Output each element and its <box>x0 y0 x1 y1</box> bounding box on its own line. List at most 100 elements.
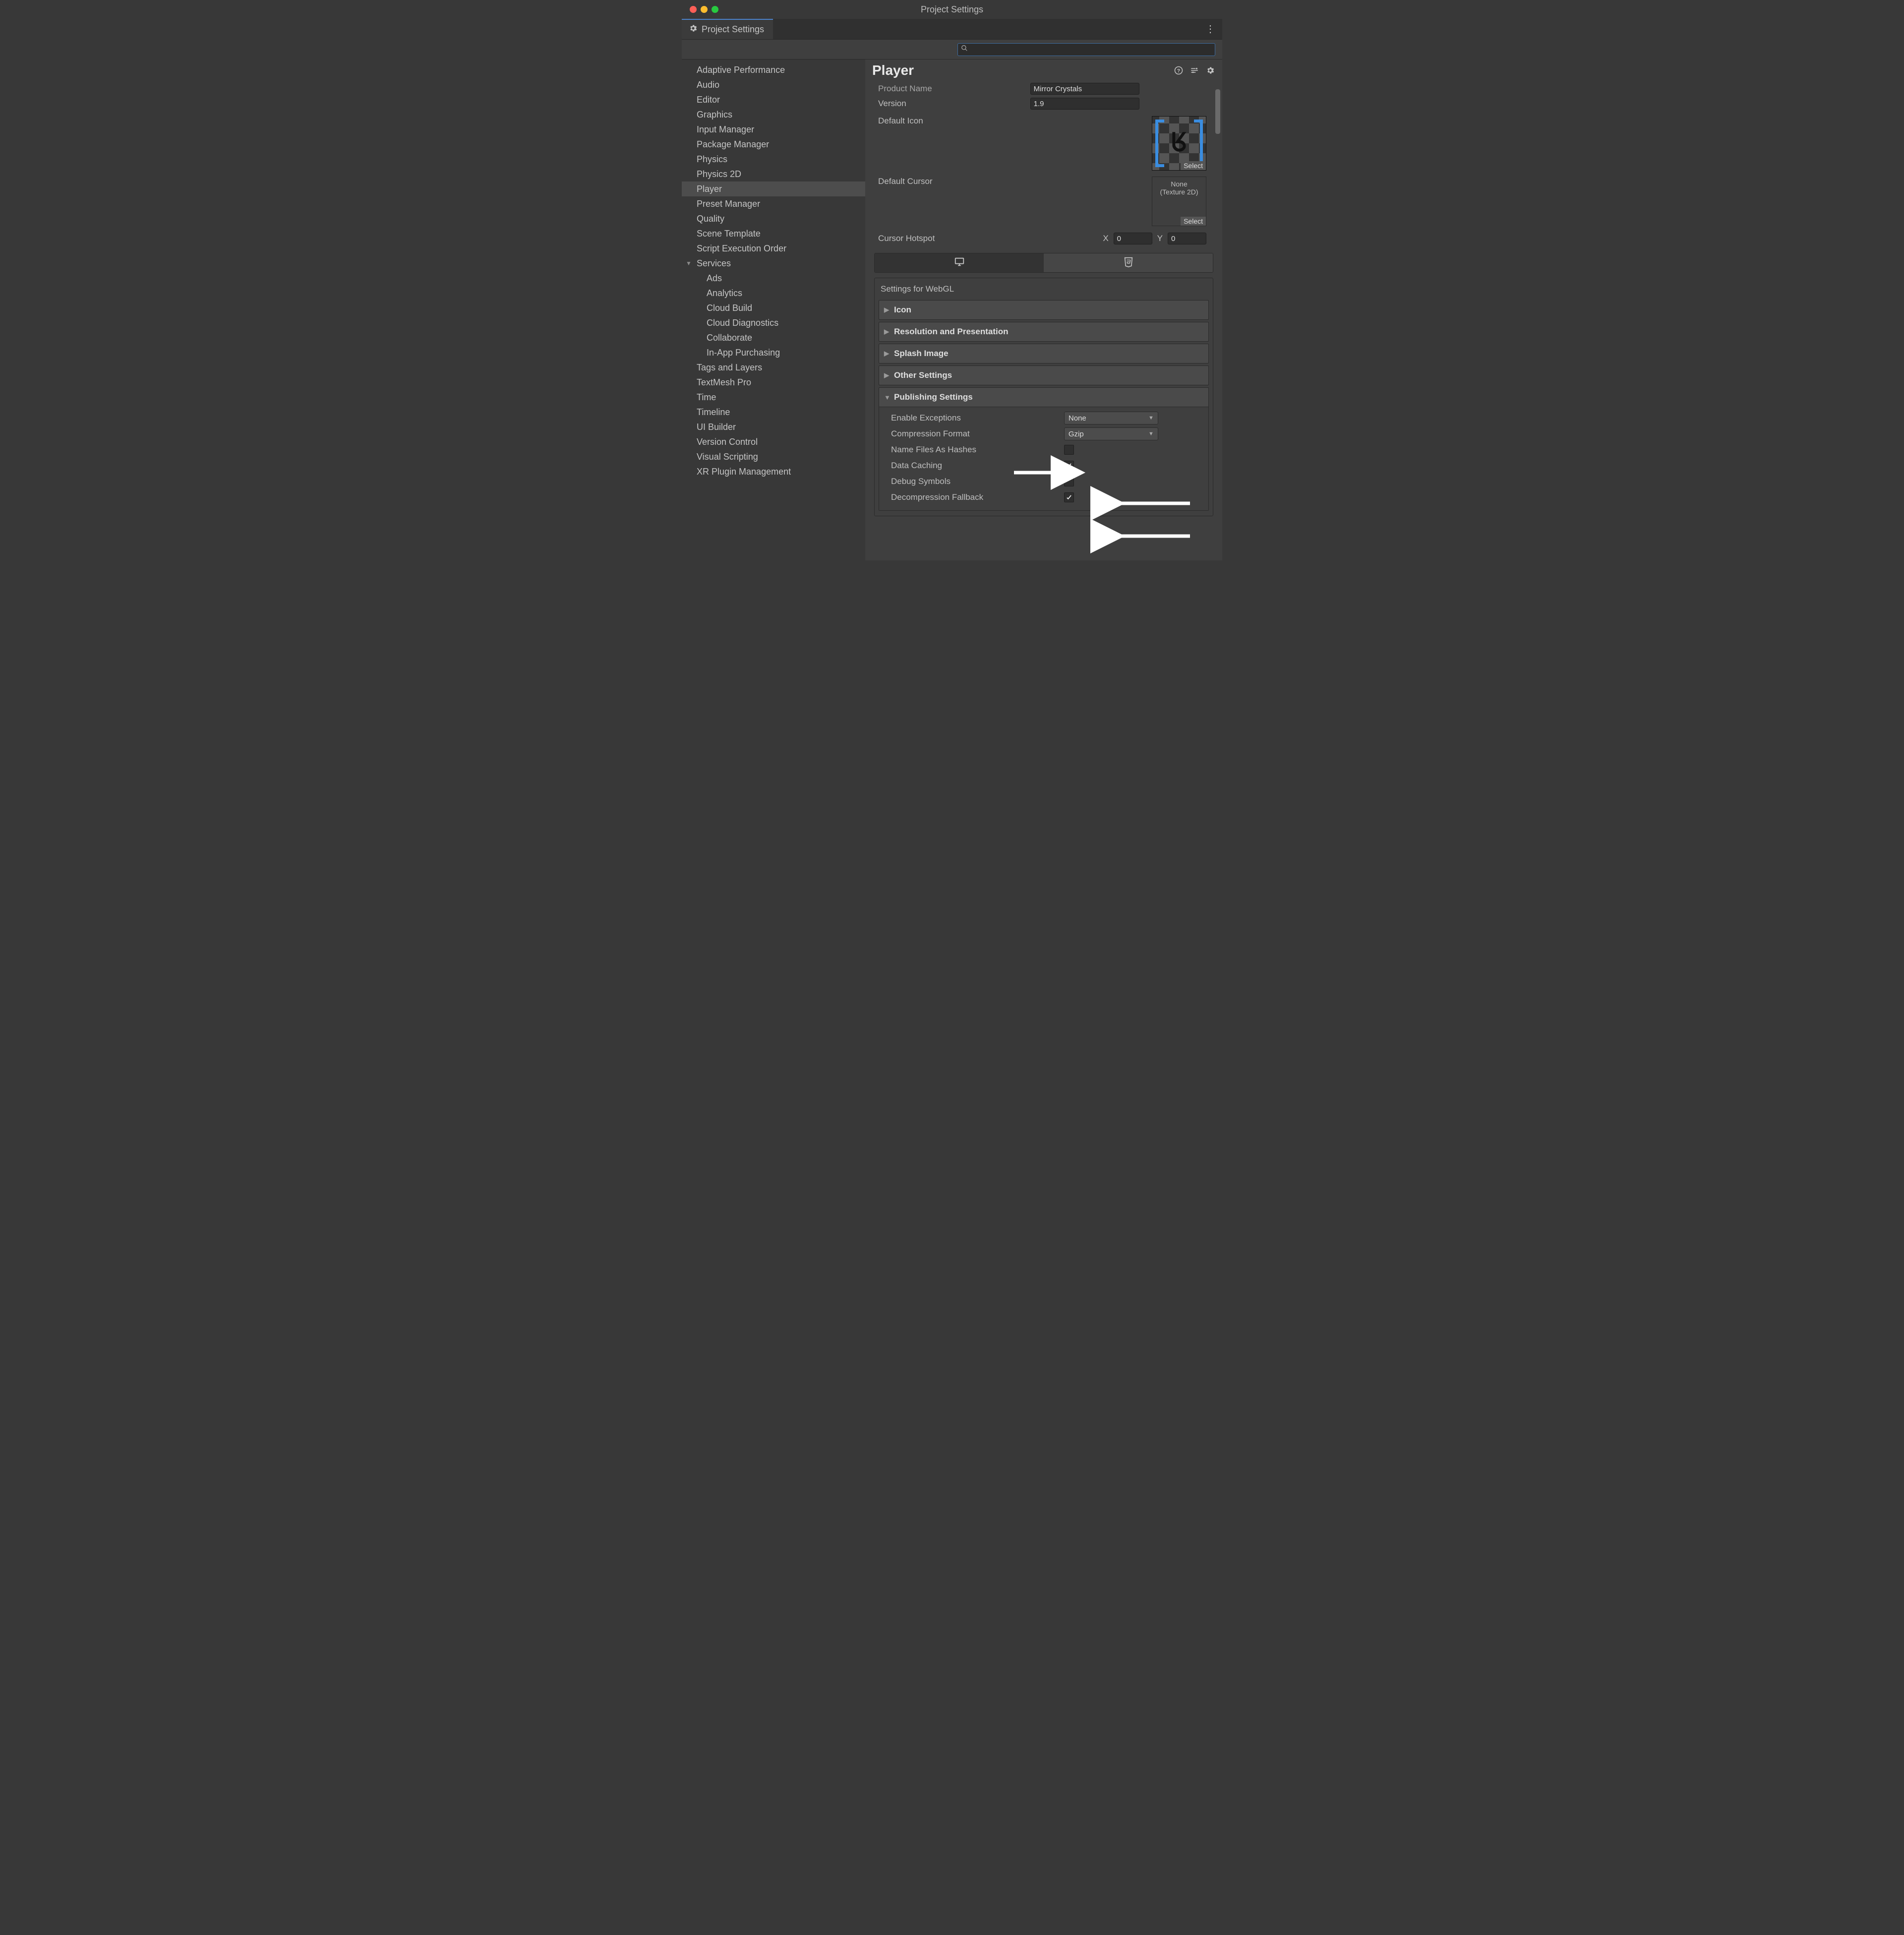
data-caching-row: Data Caching <box>884 458 1205 474</box>
main-panel: Player ? Product Name Version <box>865 60 1222 560</box>
foldout-splash-label: Splash Image <box>894 349 949 359</box>
sidebar-item-editor[interactable]: Editor <box>682 92 865 107</box>
monitor-icon <box>954 256 965 270</box>
default-cursor-picker[interactable]: None (Texture 2D) Select <box>1152 177 1206 226</box>
sidebar-item-graphics[interactable]: Graphics <box>682 107 865 122</box>
chevron-right-icon: ▶ <box>884 306 890 314</box>
chevron-right-icon: ▶ <box>884 328 890 336</box>
settings-for-label: Settings for WebGL <box>879 282 1209 298</box>
preset-icon[interactable] <box>1190 65 1199 75</box>
sidebar-item-player[interactable]: Player <box>682 181 865 196</box>
product-name-label: Product Name <box>874 84 1030 94</box>
foldout-icon[interactable]: ▶Icon <box>879 300 1209 320</box>
sidebar-item-physics-2d[interactable]: Physics 2D <box>682 167 865 181</box>
sidebar-item-analytics[interactable]: Analytics <box>682 286 865 301</box>
enable-exceptions-dropdown[interactable]: None ▼ <box>1064 412 1158 424</box>
sidebar-item-package-manager[interactable]: Package Manager <box>682 137 865 152</box>
annotation-arrow-left-2 <box>1111 529 1195 546</box>
foldout-publishing-header[interactable]: ▼ Publishing Settings <box>879 388 1208 407</box>
main-content: Product Name Version Default Icon ᖉ <box>865 78 1222 560</box>
chevron-right-icon: ▶ <box>884 371 890 379</box>
default-cursor-select-button[interactable]: Select <box>1181 217 1206 226</box>
sidebar-item-script-execution-order[interactable]: Script Execution Order <box>682 241 865 256</box>
tab-project-settings[interactable]: Project Settings <box>682 19 773 39</box>
platform-tab-webgl[interactable] <box>1044 253 1213 272</box>
compression-format-label: Compression Format <box>884 429 1064 439</box>
version-label: Version <box>874 99 1030 109</box>
enable-exceptions-value: None <box>1069 414 1086 423</box>
enable-exceptions-label: Enable Exceptions <box>884 413 1064 423</box>
chevron-down-icon: ▼ <box>1148 415 1154 421</box>
platform-tab-standalone[interactable] <box>875 253 1044 272</box>
project-settings-window: Project Settings Project Settings ⋮ Adap… <box>682 0 1222 560</box>
data-caching-label: Data Caching <box>884 461 1064 471</box>
search-row <box>682 40 1222 60</box>
decompression-fallback-label: Decompression Fallback <box>884 492 1064 502</box>
platform-tabs <box>874 253 1213 273</box>
sidebar-item-time[interactable]: Time <box>682 390 865 405</box>
product-name-field[interactable] <box>1030 83 1139 95</box>
sidebar-item-audio[interactable]: Audio <box>682 77 865 92</box>
sidebar-item-cloud-diagnostics[interactable]: Cloud Diagnostics <box>682 315 865 330</box>
decompression-fallback-checkbox[interactable] <box>1064 492 1074 502</box>
sidebar-item-quality[interactable]: Quality <box>682 211 865 226</box>
sidebar-item-input-manager[interactable]: Input Manager <box>682 122 865 137</box>
main-header: Player ? <box>865 60 1222 78</box>
compression-format-value: Gzip <box>1069 430 1084 438</box>
foldout-resolution[interactable]: ▶Resolution and Presentation <box>879 322 1209 342</box>
default-icon-label: Default Icon <box>874 116 1030 126</box>
sidebar-item-textmesh-pro[interactable]: TextMesh Pro <box>682 375 865 390</box>
name-files-row: Name Files As Hashes <box>884 442 1205 458</box>
data-caching-checkbox[interactable] <box>1064 461 1074 471</box>
publishing-body: Enable Exceptions None ▼ Compression For… <box>879 407 1208 510</box>
foldout-publishing: ▼ Publishing Settings Enable Exceptions N… <box>879 387 1209 511</box>
chevron-down-icon: ▼ <box>884 394 890 401</box>
default-icon-row: Default Icon ᖉ Select <box>874 116 1213 171</box>
tab-options-button[interactable]: ⋮ <box>1198 19 1222 39</box>
gear-icon <box>689 24 698 35</box>
foldout-other[interactable]: ▶Other Settings <box>879 365 1209 385</box>
default-icon-picker[interactable]: ᖉ Select <box>1152 116 1206 171</box>
sidebar-item-visual-scripting[interactable]: Visual Scripting <box>682 449 865 464</box>
gear-icon[interactable] <box>1205 65 1215 75</box>
version-field[interactable] <box>1030 98 1139 110</box>
svg-text:?: ? <box>1177 68 1180 74</box>
sidebar-item-scene-template[interactable]: Scene Template <box>682 226 865 241</box>
decompression-fallback-row: Decompression Fallback <box>884 489 1205 505</box>
name-files-checkbox[interactable] <box>1064 445 1074 455</box>
sidebar-item-in-app-purchasing[interactable]: In-App Purchasing <box>682 345 865 360</box>
sidebar-item-cloud-build[interactable]: Cloud Build <box>682 301 865 315</box>
scrollbar-thumb[interactable] <box>1215 89 1220 134</box>
window-title: Project Settings <box>682 4 1222 15</box>
foldout-publishing-label: Publishing Settings <box>894 392 973 402</box>
cursor-hotspot-x-field[interactable] <box>1114 233 1152 244</box>
search-field[interactable] <box>957 43 1215 56</box>
tab-bar: Project Settings ⋮ <box>682 19 1222 40</box>
sidebar-item-adaptive-performance[interactable]: Adaptive Performance <box>682 62 865 77</box>
default-icon-select-button[interactable]: Select <box>1181 161 1206 170</box>
debug-symbols-label: Debug Symbols <box>884 477 1064 486</box>
sidebar-item-ui-builder[interactable]: UI Builder <box>682 420 865 434</box>
sidebar-item-services[interactable]: ▼Services <box>682 256 865 271</box>
sidebar-item-tags-and-layers[interactable]: Tags and Layers <box>682 360 865 375</box>
sidebar-item-collaborate[interactable]: Collaborate <box>682 330 865 345</box>
sidebar-item-preset-manager[interactable]: Preset Manager <box>682 196 865 211</box>
help-icon[interactable]: ? <box>1174 65 1184 75</box>
sidebar-item-xr-plugin-management[interactable]: XR Plugin Management <box>682 464 865 479</box>
sidebar-item-version-control[interactable]: Version Control <box>682 434 865 449</box>
sidebar-item-ads[interactable]: Ads <box>682 271 865 286</box>
sidebar-item-timeline[interactable]: Timeline <box>682 405 865 420</box>
compression-format-dropdown[interactable]: Gzip ▼ <box>1064 427 1158 440</box>
search-input[interactable] <box>971 46 1212 54</box>
cursor-hotspot-y-field[interactable] <box>1168 233 1206 244</box>
cursor-hotspot-row: Cursor Hotspot X Y <box>874 231 1213 246</box>
product-name-row: Product Name <box>874 81 1213 96</box>
sidebar-item-physics[interactable]: Physics <box>682 152 865 167</box>
debug-symbols-row: Debug Symbols <box>884 474 1205 489</box>
version-row: Version <box>874 96 1213 111</box>
vertical-scrollbar[interactable] <box>1215 81 1220 555</box>
chevron-down-icon: ▼ <box>1148 431 1154 437</box>
debug-symbols-checkbox[interactable] <box>1064 477 1074 486</box>
foldout-splash[interactable]: ▶Splash Image <box>879 344 1209 363</box>
default-cursor-row: Default Cursor None (Texture 2D) Select <box>874 177 1213 226</box>
